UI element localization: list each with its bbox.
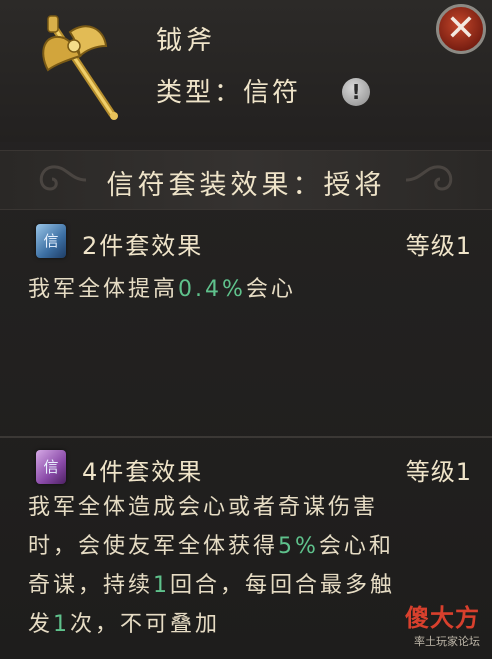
desc-line: 我军全体造成会心或者奇谋伤害 (28, 495, 379, 520)
golden-axe-icon (42, 15, 118, 120)
watermark-sub: 率土玩家论坛 (414, 635, 480, 648)
close-button[interactable]: ✕ (436, 4, 486, 54)
desc-line: 时，会使友军全体获得5%会心和 (28, 534, 394, 559)
token-card-icon: 信 (36, 224, 66, 258)
right-ornament-icon (405, 165, 453, 191)
item-header: 钺斧 类型：信符 ! ✕ (0, 0, 492, 142)
watermark: 傻大方 率土玩家论坛 (405, 598, 480, 649)
set-description: 我军全体造成会心或者奇谋伤害 时，会使友军全体获得5%会心和 奇谋，持续1回合，… (28, 488, 468, 644)
item-name: 钺斧 (156, 26, 217, 56)
item-type: 类型：信符 (156, 78, 302, 108)
watermark-brand: 傻大方 (405, 604, 480, 632)
set-title: 4件套效果 (82, 458, 204, 486)
set-title: 2件套效果 (82, 232, 204, 260)
token-card-icon: 信 (36, 450, 66, 484)
desc-line: 发1次，不可叠加 (28, 612, 221, 637)
info-icon[interactable]: ! (342, 78, 370, 106)
desc-line: 奇谋，持续1回合，每回合最多触 (28, 573, 396, 598)
set-description: 我军全体提高0.4%会心 (28, 277, 296, 302)
set-level: 等级1 (405, 458, 472, 486)
set-level: 等级1 (405, 232, 472, 260)
item-tooltip-panel: 钺斧 类型：信符 ! ✕ 信符套装效果：授将 信 2件套效果 等级1 我军全体提… (0, 0, 492, 659)
set-effect-banner: 信符套装效果：授将 (0, 150, 492, 210)
section-divider (0, 436, 492, 438)
